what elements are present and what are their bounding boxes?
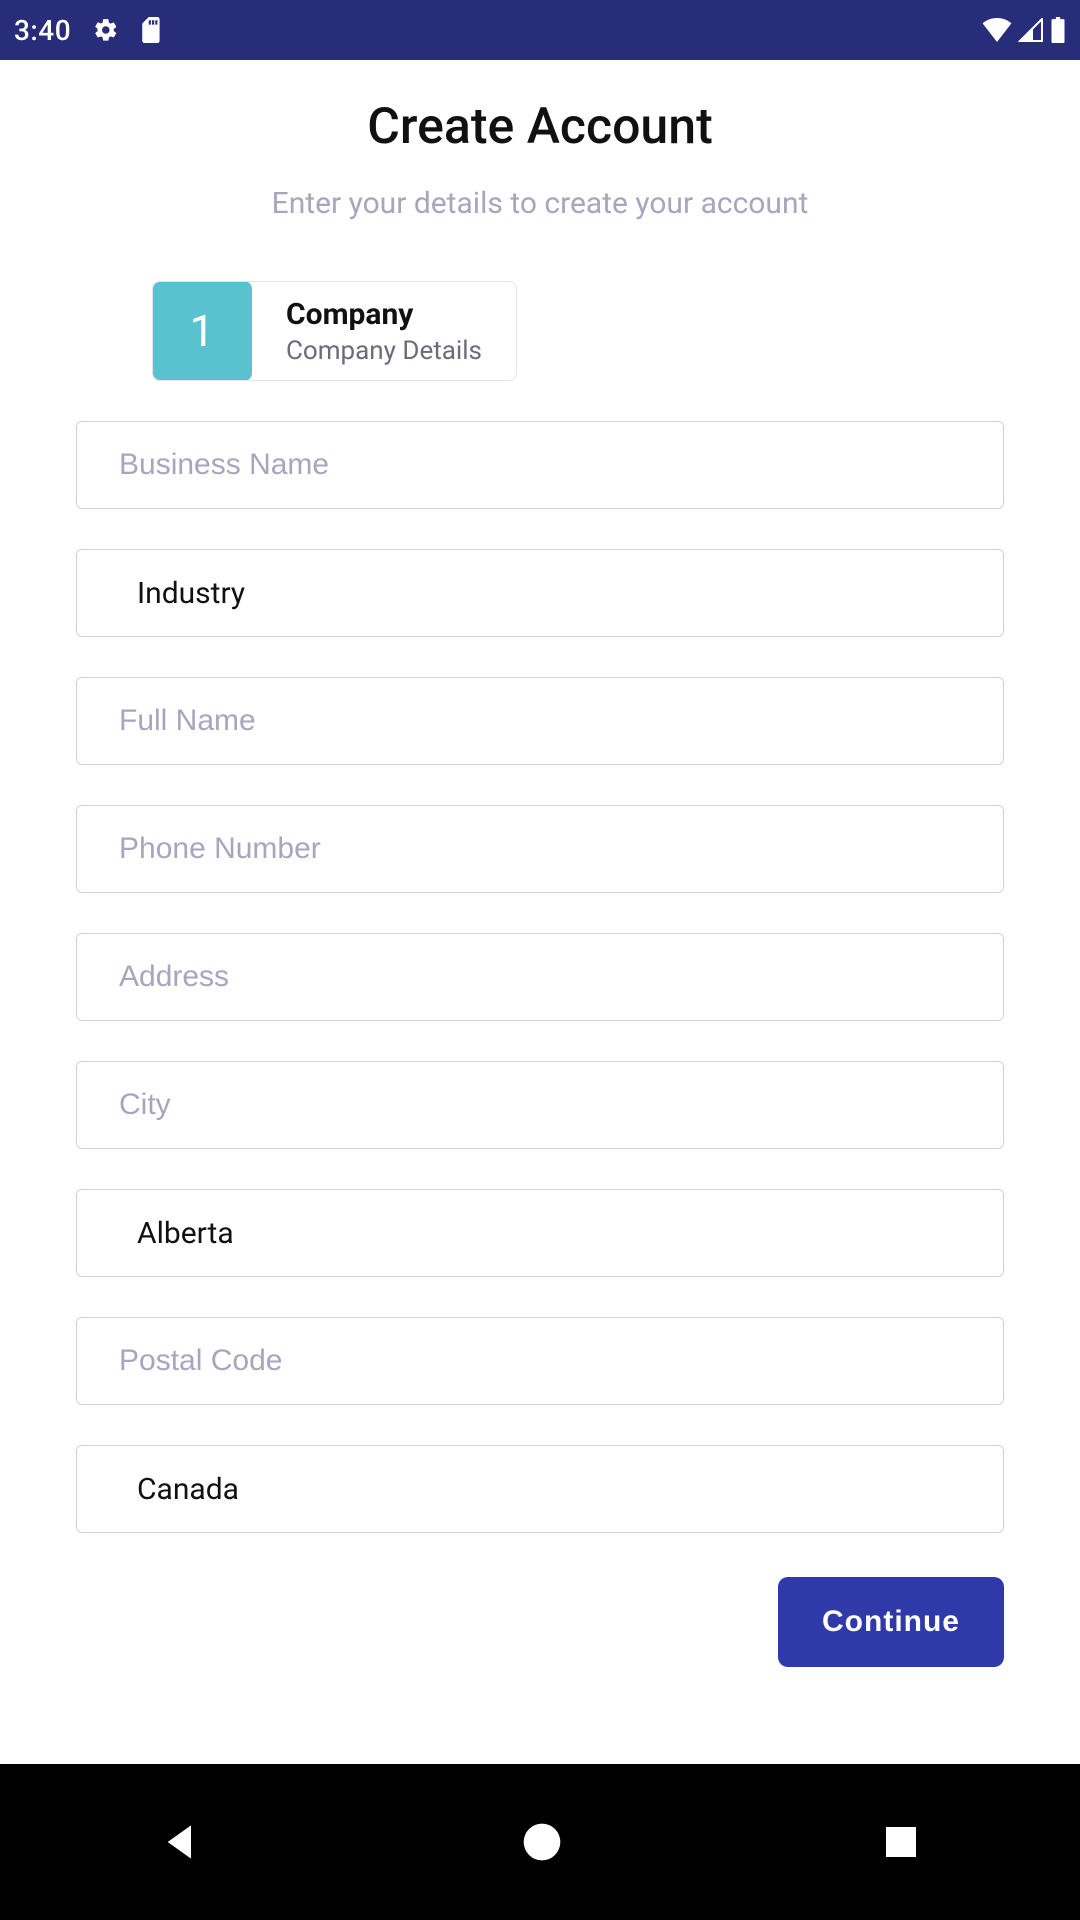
battery-icon xyxy=(1050,17,1066,43)
postal-code-input[interactable] xyxy=(76,1317,1004,1405)
sd-card-icon xyxy=(141,17,163,43)
status-left: 3:40 xyxy=(14,14,163,47)
step-card: 1 Company Company Details xyxy=(152,281,517,381)
recent-apps-icon[interactable] xyxy=(883,1824,919,1860)
step-number-badge: 1 xyxy=(152,281,252,381)
step-text: Company Company Details xyxy=(252,282,516,380)
province-select[interactable]: Alberta xyxy=(76,1189,1004,1277)
country-select-value: Canada xyxy=(137,1472,239,1507)
step-indicator-row: 1 Company Company Details xyxy=(152,281,1004,381)
address-input[interactable] xyxy=(76,933,1004,1021)
back-icon[interactable] xyxy=(161,1820,201,1864)
android-nav-bar xyxy=(0,1764,1080,1920)
page-subtitle: Enter your details to create your accoun… xyxy=(76,186,1004,221)
cellular-signal-icon xyxy=(1018,18,1044,42)
step-subtitle: Company Details xyxy=(286,336,482,366)
status-right xyxy=(982,17,1066,43)
country-select[interactable]: Canada xyxy=(76,1445,1004,1533)
full-name-input[interactable] xyxy=(76,677,1004,765)
continue-button[interactable]: Continue xyxy=(778,1577,1004,1667)
industry-select-value: Industry xyxy=(137,576,245,611)
industry-select[interactable]: Industry xyxy=(76,549,1004,637)
form: Industry Alberta Canada xyxy=(76,421,1004,1533)
business-name-input[interactable] xyxy=(76,421,1004,509)
city-input[interactable] xyxy=(76,1061,1004,1149)
page-content: Create Account Enter your details to cre… xyxy=(0,60,1080,1667)
home-icon[interactable] xyxy=(522,1822,562,1862)
settings-gear-icon xyxy=(93,17,119,43)
step-title: Company xyxy=(286,297,482,332)
button-row: Continue xyxy=(76,1577,1004,1667)
status-bar: 3:40 xyxy=(0,0,1080,60)
wifi-icon xyxy=(982,18,1012,42)
status-time: 3:40 xyxy=(14,14,71,47)
phone-number-input[interactable] xyxy=(76,805,1004,893)
page-title: Create Account xyxy=(76,98,1004,156)
province-select-value: Alberta xyxy=(137,1216,234,1251)
